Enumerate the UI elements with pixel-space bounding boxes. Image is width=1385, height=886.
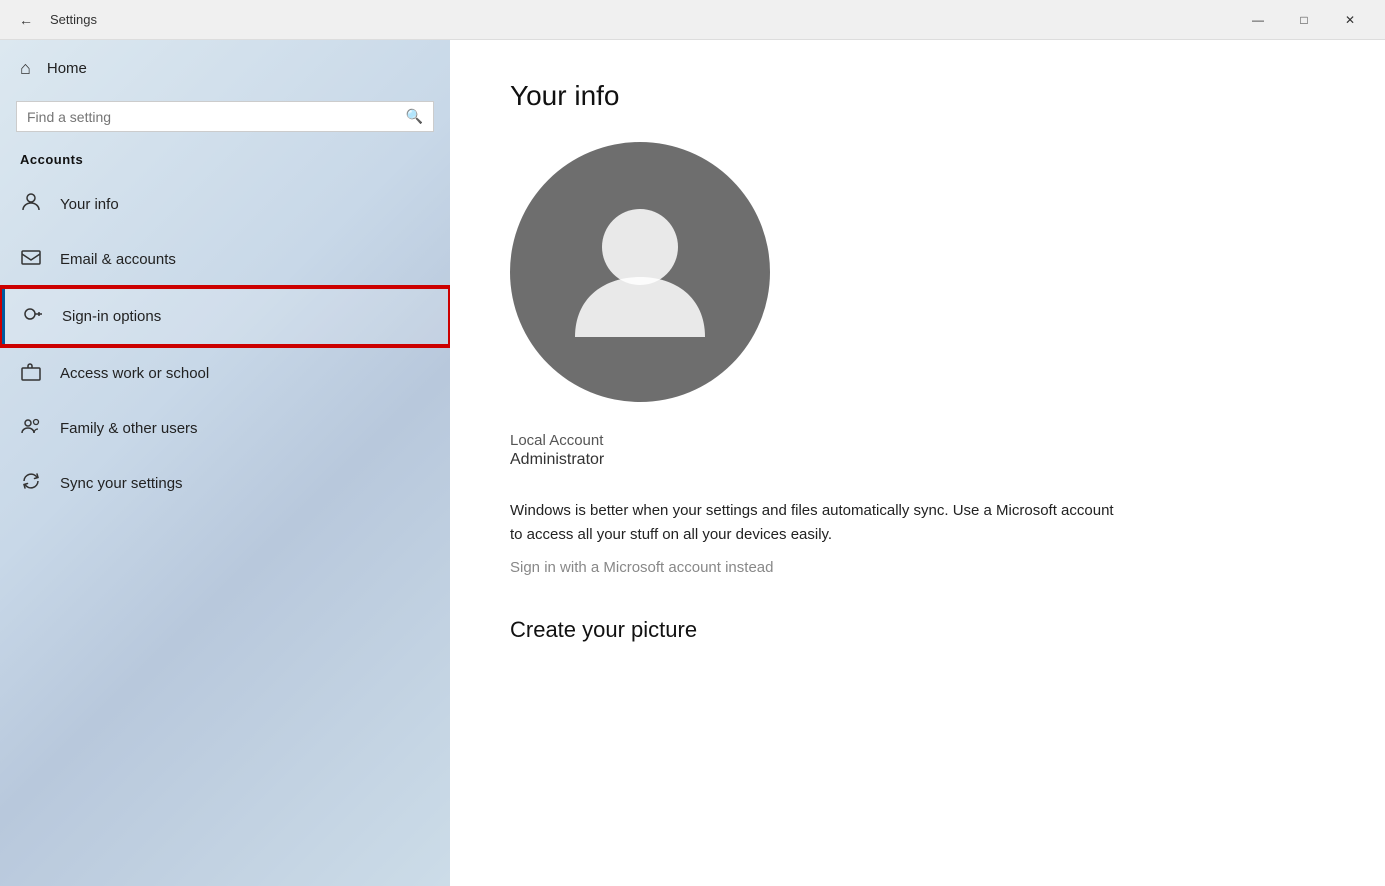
sidebar-item-access-work-school[interactable]: Access work or school xyxy=(0,346,450,401)
account-info: Local Account Administrator xyxy=(510,432,1325,469)
sidebar-item-sync-settings-label: Sync your settings xyxy=(60,475,183,492)
sidebar-item-family-other-users[interactable]: Family & other users xyxy=(0,401,450,456)
close-button[interactable]: ✕ xyxy=(1327,0,1373,40)
sidebar-home-label: Home xyxy=(47,60,87,77)
search-box[interactable]: 🔍 xyxy=(16,101,434,132)
sidebar-item-email-accounts[interactable]: Email & accounts xyxy=(0,232,450,287)
sidebar-item-access-work-school-label: Access work or school xyxy=(60,365,209,382)
back-button[interactable]: ← xyxy=(12,6,40,34)
sync-icon xyxy=(20,470,42,497)
sidebar-item-sync-settings[interactable]: Sync your settings xyxy=(0,456,450,511)
person-icon xyxy=(20,191,42,218)
info-paragraph: Windows is better when your settings and… xyxy=(510,499,1130,547)
main-layout: ⌂ Home 🔍 Accounts Your info xyxy=(0,40,1385,886)
search-input[interactable] xyxy=(27,109,398,125)
accounts-section-label: Accounts xyxy=(0,148,450,177)
key-icon xyxy=(22,303,44,330)
info-text-block: Windows is better when your settings and… xyxy=(510,499,1130,577)
sidebar-item-your-info-label: Your info xyxy=(60,196,119,213)
sidebar-item-sign-in-options-label: Sign-in options xyxy=(62,308,161,325)
title-bar: ← Settings — □ ✕ xyxy=(0,0,1385,40)
briefcase-icon xyxy=(20,360,42,387)
account-role: Administrator xyxy=(510,451,1325,469)
account-name: Local Account xyxy=(510,432,1325,449)
window-title: Settings xyxy=(50,12,97,27)
avatar-container xyxy=(510,142,1325,402)
window-controls: — □ ✕ xyxy=(1235,0,1373,40)
ms-account-link[interactable]: Sign in with a Microsoft account instead xyxy=(510,559,773,576)
sidebar-item-email-accounts-label: Email & accounts xyxy=(60,251,176,268)
sidebar-item-sign-in-options[interactable]: Sign-in options xyxy=(0,287,450,346)
people-icon xyxy=(20,415,42,442)
home-icon: ⌂ xyxy=(20,58,31,79)
email-icon xyxy=(20,246,42,273)
content-area: Your info Local Account Administrator Wi… xyxy=(450,40,1385,886)
back-icon: ← xyxy=(19,12,33,28)
sidebar: ⌂ Home 🔍 Accounts Your info xyxy=(0,40,450,886)
maximize-button[interactable]: □ xyxy=(1281,0,1327,40)
avatar xyxy=(510,142,770,402)
search-icon: 🔍 xyxy=(406,108,423,125)
page-title: Your info xyxy=(510,80,1325,112)
sidebar-item-home[interactable]: ⌂ Home xyxy=(0,40,450,97)
minimize-button[interactable]: — xyxy=(1235,0,1281,40)
sidebar-item-your-info[interactable]: Your info xyxy=(0,177,450,232)
sidebar-item-family-other-users-label: Family & other users xyxy=(60,420,198,437)
create-picture-title: Create your picture xyxy=(510,617,1325,643)
